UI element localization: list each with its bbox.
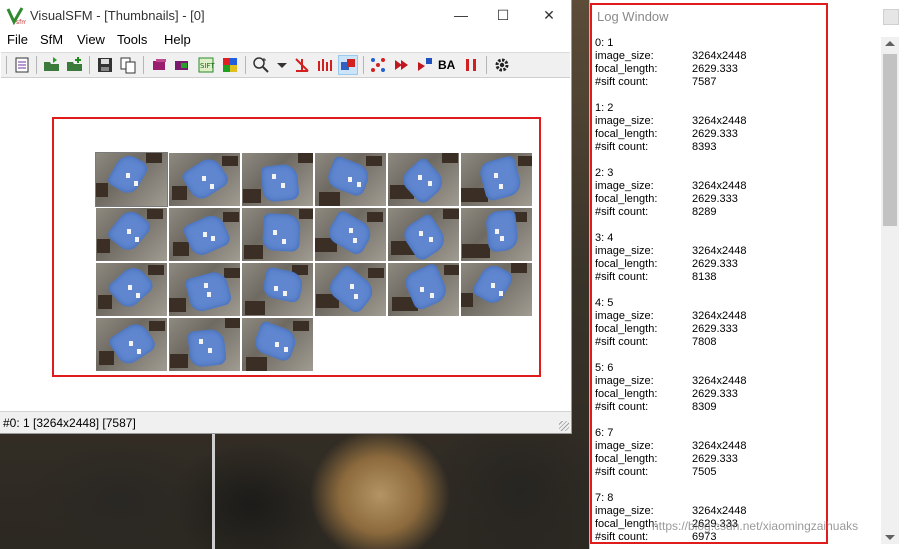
cube-purple-pair-icon[interactable] [173, 56, 191, 74]
thumbnail-image[interactable] [315, 208, 386, 261]
menu-view[interactable]: View [77, 32, 105, 47]
title-bar[interactable]: sfm VisualSFM - [Thumbnails] - [0] — ☐ ✕ [0, 0, 571, 31]
resize-grip-icon[interactable] [559, 421, 569, 431]
menu-sfm[interactable]: SfM [40, 32, 63, 47]
log-close-button[interactable] [883, 9, 899, 25]
menu-tools[interactable]: Tools [117, 32, 147, 47]
thumbnail-image[interactable] [95, 152, 168, 207]
toolbar-separator [363, 56, 364, 74]
scroll-thumb[interactable] [883, 54, 897, 226]
settings-gear-icon[interactable] [493, 56, 511, 74]
thumbnail-image[interactable] [96, 318, 167, 371]
save-icon[interactable] [96, 56, 114, 74]
dropdown-arrow-icon[interactable] [273, 56, 291, 74]
window-title: VisualSFM - [Thumbnails] - [0] [30, 8, 205, 23]
thumbnail-image[interactable] [388, 263, 459, 316]
log-window: Log Window 0: 1 image_size: 3264x2448 focal… [589, 0, 905, 549]
toolbar-separator [6, 56, 7, 74]
svg-text:SIFT: SIFT [200, 62, 215, 70]
bars-icon[interactable] [316, 56, 334, 74]
red-annotation-box [590, 3, 828, 544]
zoom-icon[interactable] [252, 56, 270, 74]
color-grid-icon[interactable] [221, 56, 239, 74]
toolbar-separator [143, 56, 144, 74]
thumbnail-image[interactable] [388, 153, 459, 206]
visualsfm-window: sfm VisualSFM - [Thumbnails] - [0] — ☐ ✕… [0, 0, 572, 434]
thumbnail-image[interactable] [461, 208, 532, 261]
thumbnail-image[interactable] [461, 153, 532, 206]
status-text: #0: 1 [3264x2448] [7587] [3, 416, 136, 430]
pause-icon[interactable] [462, 56, 480, 74]
minimize-button[interactable]: — [438, 0, 484, 31]
thumbnail-image[interactable] [242, 153, 313, 206]
thumbnail-image[interactable] [315, 153, 386, 206]
match-tool-icon[interactable] [293, 56, 311, 74]
scatter-icon[interactable] [369, 56, 387, 74]
thumbnail-image[interactable] [169, 263, 240, 316]
thumbnail-image[interactable] [96, 263, 167, 316]
toolbar-separator [245, 56, 246, 74]
open-add-icon[interactable] [66, 56, 84, 74]
menu-file[interactable]: File [7, 32, 28, 47]
thumbnail-image[interactable] [461, 263, 532, 316]
log-scrollbar[interactable] [881, 37, 899, 544]
sparse-icon[interactable] [416, 56, 434, 74]
toolbar-separator [36, 56, 37, 74]
background-pole [212, 430, 215, 549]
menu-bar: File SfM View Tools Help [0, 31, 571, 51]
cube-purple-icon[interactable] [150, 56, 168, 74]
notepad-icon[interactable] [13, 56, 31, 74]
pair-view-icon[interactable] [338, 55, 358, 75]
status-bar: #0: 1 [3264x2448] [7587] [0, 411, 571, 433]
toolbar-separator [486, 56, 487, 74]
sift-icon[interactable]: SIFT [197, 56, 215, 74]
thumbnail-image[interactable] [242, 208, 313, 261]
toolbar: SIFT BA [1, 52, 570, 78]
menu-help[interactable]: Help [164, 32, 191, 47]
thumbnail-image[interactable] [169, 208, 240, 261]
open-folder-icon[interactable] [43, 56, 61, 74]
svg-text:sfm: sfm [16, 19, 26, 26]
ba-button[interactable]: BA [438, 58, 458, 76]
toolbar-separator [89, 56, 90, 74]
thumbnail-image[interactable] [242, 318, 313, 371]
watermark-text: https://blog.csdn.net/xiaomingzaihuaks [652, 519, 859, 533]
visualsfm-logo-icon: sfm [6, 7, 26, 26]
thumbnail-image[interactable] [169, 318, 240, 371]
thumbnail-image[interactable] [242, 263, 313, 316]
thumbnail-image[interactable] [169, 153, 240, 206]
thumbnail-image[interactable] [388, 208, 459, 261]
copy-icon[interactable] [119, 56, 137, 74]
close-button[interactable]: ✕ [526, 0, 572, 31]
thumbnail-image[interactable] [96, 208, 167, 261]
forward-icon[interactable] [393, 56, 411, 74]
maximize-button[interactable]: ☐ [480, 0, 526, 31]
scroll-up-arrow-icon[interactable] [885, 41, 895, 46]
thumbnail-image[interactable] [315, 263, 386, 316]
scroll-down-arrow-icon[interactable] [885, 535, 895, 540]
thumbnail-grid [95, 152, 532, 374]
